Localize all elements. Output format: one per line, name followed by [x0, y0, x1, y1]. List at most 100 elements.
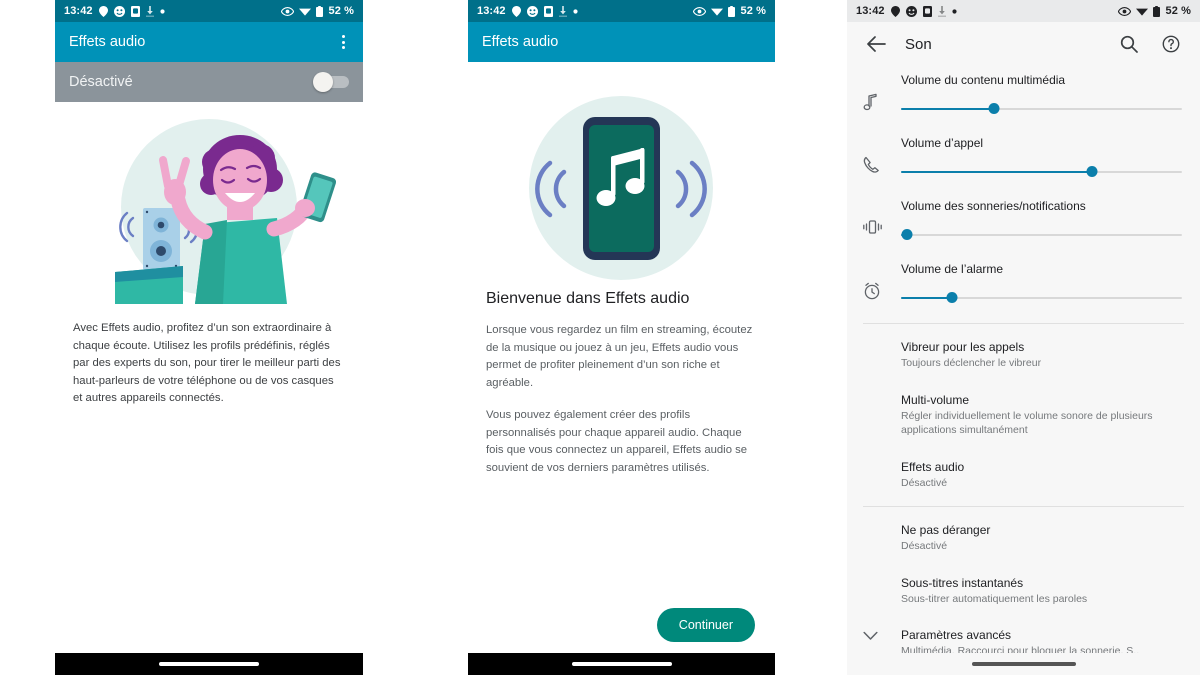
- slider-fill: [901, 297, 952, 299]
- volume-ring-slider[interactable]: [901, 229, 1182, 241]
- volume-media-label: Volume du contenu multimédia: [901, 73, 1066, 87]
- battery-icon: [315, 5, 323, 17]
- setting-subtitle: Sous-titrer automatiquement les paroles: [901, 592, 1088, 605]
- sim-card-icon: [922, 5, 932, 17]
- status-bar-right: 52 %: [1117, 5, 1191, 17]
- setting-row-ne-pas-deranger[interactable]: Ne pas déranger Désactivé: [847, 512, 1200, 565]
- status-bar: 13:42 52 %: [468, 0, 775, 22]
- gesture-nav-bar[interactable]: [468, 653, 775, 675]
- slider-thumb[interactable]: [1086, 166, 1098, 177]
- row-icon-placeholder: [863, 523, 901, 526]
- phone-panel-effets-audio-welcome: 13:42 52 % Effets audio Bienvenue dans E…: [468, 0, 775, 675]
- welcome-body: Lorsque vous regardez un film en streami…: [468, 322, 775, 477]
- continue-button[interactable]: Continuer: [656, 608, 755, 642]
- setting-row-sous-titres[interactable]: Sous-titres instantanés Sous-titrer auto…: [847, 565, 1200, 618]
- row-icon-placeholder: [863, 576, 901, 579]
- effects-toggle-switch[interactable]: [313, 72, 349, 92]
- effects-toggle-label: Désactivé: [69, 74, 133, 90]
- status-bar-right: 52 %: [692, 5, 766, 17]
- volume-alarm-slider[interactable]: [901, 292, 1182, 304]
- gesture-pill[interactable]: [971, 662, 1076, 666]
- effects-toggle-row[interactable]: Désactivé: [55, 62, 363, 102]
- gesture-nav-bar[interactable]: [55, 653, 363, 675]
- status-bar-clock: 13:42: [477, 5, 506, 17]
- volume-call-slider[interactable]: [901, 166, 1182, 178]
- switch-knob: [313, 72, 333, 92]
- smiley-face-icon: [526, 5, 538, 17]
- volume-media-main: Volume du contenu multimédia: [901, 73, 1184, 115]
- slider-thumb[interactable]: [901, 229, 913, 240]
- download-icon: [558, 5, 567, 17]
- download-icon: [937, 5, 946, 17]
- chevron-down-icon[interactable]: [863, 628, 901, 641]
- sim-card-icon: [130, 5, 140, 17]
- row-icon-placeholder: [863, 393, 901, 396]
- setting-title: Effets audio: [901, 459, 965, 474]
- eye-icon: [692, 6, 706, 16]
- sim-card-icon: [543, 5, 553, 17]
- setting-main: Sous-titres instantanés Sous-titrer auto…: [901, 576, 1184, 607]
- setting-subtitle: Désactivé: [901, 540, 948, 552]
- location-pin-icon: [890, 5, 900, 17]
- volume-row-ring[interactable]: Volume des sonneries/notifications: [847, 192, 1200, 255]
- location-pin-icon: [511, 5, 521, 17]
- setting-title: Multi-volume: [901, 392, 970, 407]
- wifi-icon: [298, 7, 311, 16]
- gesture-pill[interactable]: [571, 662, 672, 666]
- setting-main: Vibreur pour les appels Toujours déclenc…: [901, 340, 1184, 371]
- setting-title: Sous-titres instantanés: [901, 575, 1024, 590]
- slider-track: [901, 234, 1182, 236]
- divider: [863, 506, 1184, 507]
- slider-thumb[interactable]: [988, 103, 1000, 114]
- setting-row-effets-audio[interactable]: Effets audio Désactivé: [847, 449, 1200, 502]
- setting-subtitle: Désactivé: [901, 476, 948, 489]
- volume-row-media[interactable]: Volume du contenu multimédia: [847, 66, 1200, 129]
- setting-title: Ne pas déranger: [901, 523, 991, 537]
- vibrate-icon: [863, 199, 901, 235]
- slider-thumb[interactable]: [946, 292, 958, 303]
- phone-panel-sound-settings: 13:42 52 % Son Volume du contenu multimé…: [847, 0, 1200, 675]
- eye-icon: [1117, 6, 1131, 16]
- volume-row-alarm[interactable]: Volume de l’alarme: [847, 255, 1200, 318]
- dot-icon: [160, 8, 165, 14]
- screenshot-stage: 13:42 52 % Effets audio Désactivé Avec E…: [0, 0, 1200, 675]
- battery-icon: [1152, 5, 1160, 17]
- overflow-menu-icon[interactable]: [338, 31, 349, 53]
- app-bar: Effets audio: [468, 22, 775, 62]
- settings-top-bar: Son: [847, 22, 1200, 66]
- welcome-title: Bienvenue dans Effets audio: [486, 290, 690, 307]
- setting-main: Effets audio Désactivé: [901, 460, 1184, 491]
- setting-main: Ne pas déranger Désactivé: [901, 523, 1184, 554]
- divider: [863, 323, 1184, 324]
- welcome-paragraph-2: Vous pouvez également créer des profils …: [486, 409, 748, 474]
- app-bar-title: Effets audio: [69, 34, 146, 50]
- help-icon[interactable]: [1156, 35, 1186, 53]
- phone-call-icon: [863, 136, 901, 174]
- gesture-nav-bar[interactable]: [847, 653, 1200, 675]
- battery-percentage: 52 %: [1165, 5, 1191, 17]
- search-icon[interactable]: [1114, 35, 1144, 53]
- illustration-woman-with-phone: [55, 114, 363, 304]
- setting-row-vibreur-appels[interactable]: Vibreur pour les appels Toujours déclenc…: [847, 329, 1200, 382]
- volume-alarm-label: Volume de l’alarme: [901, 262, 1004, 276]
- status-bar-clock: 13:42: [64, 5, 93, 17]
- app-bar-title: Effets audio: [482, 34, 559, 50]
- gesture-pill[interactable]: [159, 662, 259, 666]
- volume-media-slider[interactable]: [901, 103, 1182, 115]
- setting-subtitle: Toujours déclencher le vibreur: [901, 357, 1042, 369]
- setting-title: Vibreur pour les appels: [901, 340, 1025, 354]
- setting-main: Multi-volume Régler individuellement le …: [901, 393, 1184, 438]
- setting-row-multi-volume[interactable]: Multi-volume Régler individuellement le …: [847, 382, 1200, 449]
- volume-row-call[interactable]: Volume d’appel: [847, 129, 1200, 192]
- volume-ring-label: Volume des sonneries/notifications: [901, 199, 1086, 213]
- app-bar: Effets audio: [55, 22, 363, 62]
- volume-alarm-main: Volume de l’alarme: [901, 262, 1184, 304]
- back-arrow-icon[interactable]: [861, 36, 891, 52]
- top-bar-actions: [1114, 35, 1186, 53]
- status-bar-right: 52 %: [280, 5, 354, 17]
- status-bar-left: 13:42: [856, 5, 957, 17]
- setting-title: Paramètres avancés: [901, 628, 1012, 642]
- eye-icon: [280, 6, 294, 16]
- volume-ring-main: Volume des sonneries/notifications: [901, 199, 1184, 241]
- status-bar-clock: 13:42: [856, 5, 885, 17]
